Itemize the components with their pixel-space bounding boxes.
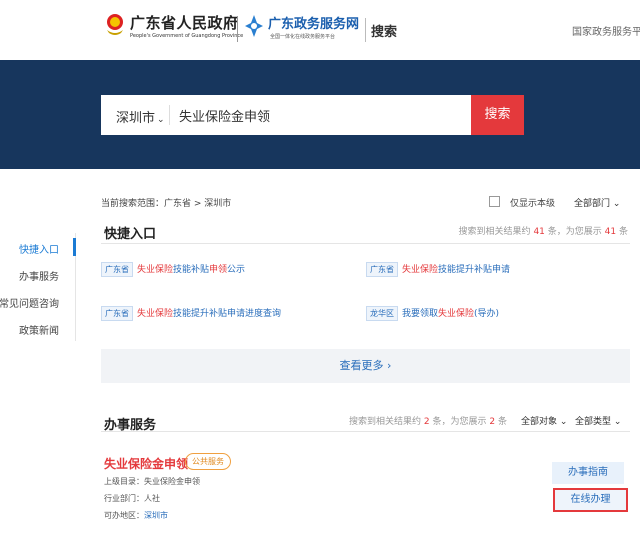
type-filter-label: 全部类型 xyxy=(575,417,612,427)
service-dept: 行业部门：人社 xyxy=(104,494,160,503)
object-filter-label: 全部对象 xyxy=(521,417,558,427)
portal-logo-icon xyxy=(245,15,263,37)
chevron-down-icon: ⌄ xyxy=(613,417,622,427)
quick-section-title: 快捷入口 xyxy=(104,227,157,242)
site-header: 广东省人民政府 People's Government of Guangdong… xyxy=(0,0,640,60)
nav-item-quick[interactable]: 快捷入口 xyxy=(19,241,59,256)
view-more-button[interactable]: 查看更多 › xyxy=(101,349,630,383)
region-tag: 龙华区 xyxy=(366,306,398,321)
view-more-label: 查看更多 xyxy=(339,359,384,372)
quick-entry[interactable]: 广东省 失业保险技能提升补贴申请进度查询 xyxy=(101,306,281,321)
chevron-down-icon: ⌄ xyxy=(559,417,568,427)
dept-filter-label: 全部部门 xyxy=(574,199,611,209)
online-apply-button[interactable]: 在线办理 xyxy=(553,488,628,512)
search-input[interactable] xyxy=(179,95,459,135)
city-select[interactable]: 深圳市 ⌄ xyxy=(116,107,165,126)
quick-entry[interactable]: 广东省 失业保险技能提升补贴申请 xyxy=(366,262,510,277)
search-box: 深圳市 ⌄ xyxy=(101,95,471,135)
national-emblem-icon xyxy=(107,14,123,35)
divider xyxy=(365,18,366,42)
search-banner: 深圳市⌄ 搜索 xyxy=(0,60,640,169)
quick-entry[interactable]: 龙华区 我要领取失业保险(导办) xyxy=(366,306,499,321)
only-local-checkbox[interactable] xyxy=(489,196,500,207)
guide-button[interactable]: 办事指南 xyxy=(552,462,624,484)
divider xyxy=(169,105,170,125)
quick-result-count: 搜索到相关结果约 41 条，为您展示 41 条 xyxy=(458,227,628,237)
dept-filter[interactable]: 全部部门 ⌄ xyxy=(574,196,620,209)
nav-item-faq[interactable]: 常见问题咨询 xyxy=(0,295,59,310)
divider xyxy=(101,243,630,244)
brand-english: People's Government of Guangdong Provinc… xyxy=(130,33,244,39)
region-tag: 广东省 xyxy=(101,306,133,321)
active-indicator xyxy=(73,238,76,256)
nav-item-services[interactable]: 办事服务 xyxy=(19,268,59,283)
chevron-right-icon: › xyxy=(387,359,392,372)
service-title[interactable]: 失业保险金申领 xyxy=(104,455,188,472)
region-tag: 广东省 xyxy=(366,262,398,277)
region-link[interactable]: 深圳市 xyxy=(144,511,168,520)
portal-subtitle: 全国一体化在线政务服务平台 xyxy=(270,34,336,40)
service-region: 可办地区：深圳市 xyxy=(104,511,168,520)
city-select-label: 深圳市 xyxy=(116,111,156,126)
brand-name[interactable]: 广东省人民政府 xyxy=(130,12,239,33)
search-scope: 当前搜索范围：广东省 > 深圳市 xyxy=(101,199,232,209)
service-type-badge: 公共服务 xyxy=(185,453,231,470)
quick-entry[interactable]: 广东省 失业保险技能补贴申领公示 xyxy=(101,262,245,277)
national-portal-link[interactable]: 国家政务服务平 xyxy=(572,23,640,38)
header-search-label: 搜索 xyxy=(371,25,398,40)
chevron-down-icon: ⌄ xyxy=(157,115,165,125)
only-local-label[interactable]: 仅显示本级 xyxy=(510,196,555,209)
divider xyxy=(101,431,630,432)
type-filter[interactable]: 全部类型 ⌄ xyxy=(575,414,621,427)
left-nav: 快捷入口 办事服务 常见问题咨询 政策新闻 xyxy=(0,233,76,341)
service-parent: 上级目录：失业保险金申领 xyxy=(104,477,200,486)
divider xyxy=(237,16,238,42)
search-button[interactable]: 搜索 xyxy=(471,95,524,135)
services-result-count: 搜索到相关结果约 2 条，为您展示 2 条 xyxy=(349,417,508,427)
object-filter[interactable]: 全部对象 ⌄ xyxy=(521,414,567,427)
portal-name[interactable]: 广东政务服务网 xyxy=(268,13,359,32)
chevron-down-icon: ⌄ xyxy=(612,199,621,209)
region-tag: 广东省 xyxy=(101,262,133,277)
nav-item-news[interactable]: 政策新闻 xyxy=(19,322,59,337)
